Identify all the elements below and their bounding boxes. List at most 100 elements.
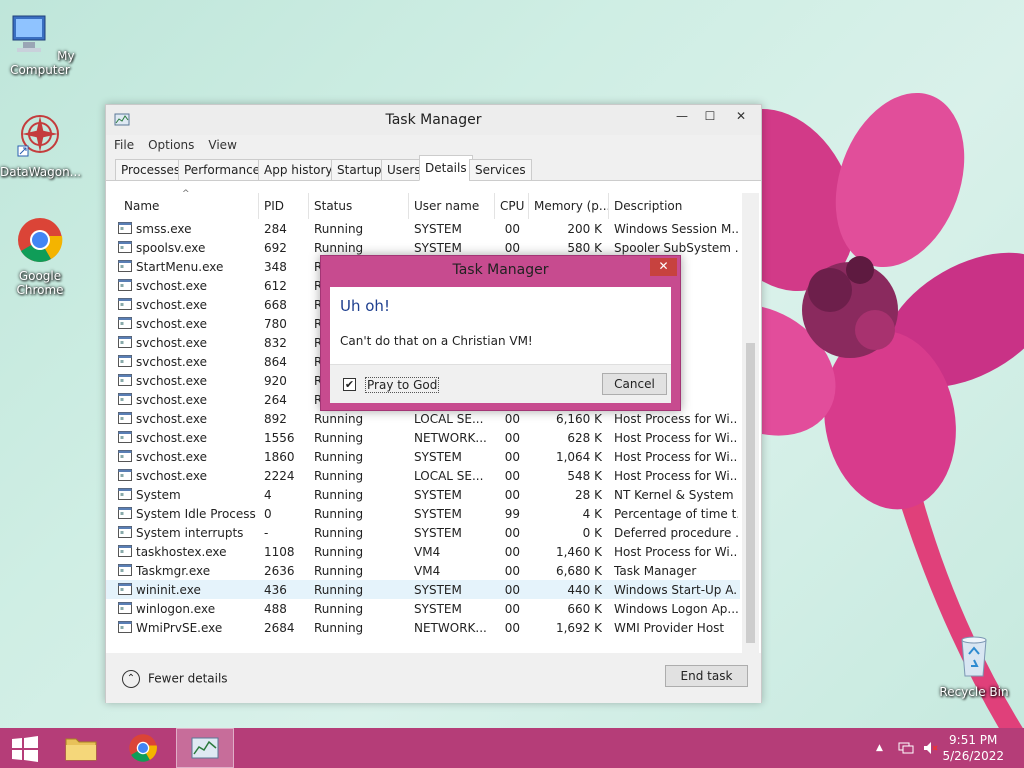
cell-desc: Percentage of time t...: [614, 507, 738, 521]
tab-services[interactable]: Services: [469, 159, 532, 181]
cell-name: WmiPrvSE.exe: [136, 621, 223, 635]
minimize-button[interactable]: —: [668, 105, 696, 127]
desktop-icon-recycle-bin[interactable]: Recycle Bin: [934, 632, 1014, 699]
cell-pid: 2636: [264, 564, 295, 578]
dialog-heading: Uh oh!: [340, 297, 390, 315]
table-row[interactable]: smss.exe 284 Running SYSTEM 00 200 K Windows S…: [106, 219, 740, 238]
taskbar-task-manager[interactable]: [176, 728, 234, 768]
dialog-body: Uh oh! Can't do that on a Christian VM! …: [330, 287, 671, 403]
maximize-button[interactable]: ☐: [696, 105, 724, 127]
column-header-cpu[interactable]: CPU: [500, 199, 524, 213]
cell-desc: Windows Session M...: [614, 222, 738, 236]
cell-pid: 1108: [264, 545, 295, 559]
cell-desc: Host Process for Wi...: [614, 469, 738, 483]
cell-mem: 628 K: [567, 431, 602, 445]
show-hidden-icons-arrow[interactable]: ▲: [876, 743, 883, 753]
process-icon: [118, 545, 132, 557]
cancel-button[interactable]: Cancel: [602, 373, 667, 395]
menu-options[interactable]: Options: [148, 135, 194, 155]
cell-pid: 284: [264, 222, 287, 236]
fewer-details-link[interactable]: ⌃ Fewer details: [122, 670, 228, 688]
table-row[interactable]: System Idle Process 0 Running SYSTEM 99 4 K Pe…: [106, 504, 740, 523]
cell-name: svchost.exe: [136, 469, 207, 483]
cell-mem: 1,460 K: [555, 545, 602, 559]
table-row[interactable]: svchost.exe 2224 Running LOCAL SE... 00 548 K…: [106, 466, 740, 485]
table-row[interactable]: WmiPrvSE.exe 2684 Running NETWORK... 00 1,692…: [106, 618, 740, 637]
cell-mem: 200 K: [567, 222, 602, 236]
table-row[interactable]: svchost.exe 1556 Running NETWORK... 00 628 K H…: [106, 428, 740, 447]
end-task-button[interactable]: End task: [665, 665, 748, 687]
volume-muted-icon[interactable]: [922, 740, 938, 756]
column-header-pid[interactable]: PID: [264, 199, 284, 213]
taskbar-clock[interactable]: 9:51 PM 5/26/2022: [942, 732, 1004, 764]
cell-cpu: 00: [504, 602, 520, 616]
table-row[interactable]: winlogon.exe 488 Running SYSTEM 00 660 K Windo…: [106, 599, 740, 618]
tab-performance[interactable]: Performance: [178, 159, 267, 181]
table-header: Name ^ PID Status User name CPU Memory (…: [106, 189, 761, 219]
process-icon: [118, 355, 132, 367]
close-button[interactable]: ✕: [724, 105, 758, 127]
process-icon: [118, 374, 132, 386]
window-titlebar[interactable]: Task Manager — ☐ ✕: [106, 105, 761, 135]
tab-startup[interactable]: Startup: [331, 159, 388, 181]
process-icon: [118, 621, 132, 633]
tab-details[interactable]: Details: [419, 155, 473, 181]
cell-pid: 864: [264, 355, 287, 369]
tab-processes[interactable]: Processes: [115, 159, 187, 181]
cell-mem: 6,160 K: [555, 412, 602, 426]
pray-checkbox-label[interactable]: Pray to God: [365, 377, 440, 393]
windows-logo-icon: [12, 736, 38, 762]
table-row[interactable]: wininit.exe 436 Running SYSTEM 00 440 K Window…: [106, 580, 740, 599]
process-icon: [118, 222, 132, 234]
cell-name: StartMenu.exe: [136, 260, 224, 274]
cell-desc: Deferred procedure ...: [614, 526, 738, 540]
cell-desc: Task Manager: [614, 564, 697, 578]
cell-user: SYSTEM: [414, 507, 462, 521]
cell-pid: 892: [264, 412, 287, 426]
cell-pid: 264: [264, 393, 287, 407]
process-icon: [118, 298, 132, 310]
menu-view[interactable]: View: [208, 135, 236, 155]
cell-cpu: 99: [504, 507, 520, 521]
table-row[interactable]: System 4 Running SYSTEM 00 28 K NT Kernel & Sy…: [106, 485, 740, 504]
table-row[interactable]: System interrupts - Running SYSTEM 00 0 K Defe…: [106, 523, 740, 542]
cell-mem: 1,064 K: [555, 450, 602, 464]
table-row[interactable]: svchost.exe 1860 Running SYSTEM 00 1,064 K Hos…: [106, 447, 740, 466]
cell-pid: -: [264, 526, 269, 540]
table-row[interactable]: taskhostex.exe 1108 Running VM4 00 1,460 K Hos…: [106, 542, 740, 561]
process-icon: [118, 526, 132, 538]
cell-pid: 832: [264, 336, 287, 350]
table-row[interactable]: svchost.exe 892 Running LOCAL SE... 00 6,160 …: [106, 409, 740, 428]
cell-desc: Windows Start-Up A...: [614, 583, 738, 597]
menu-file[interactable]: File: [114, 135, 134, 155]
cell-mem: 660 K: [567, 602, 602, 616]
cell-mem: 548 K: [567, 469, 602, 483]
cell-status: Running: [314, 469, 364, 483]
cell-user: LOCAL SE...: [414, 469, 484, 483]
cell-desc: NT Kernel & System: [614, 488, 734, 502]
column-header-memory[interactable]: Memory (p...: [534, 199, 610, 213]
taskbar-chrome[interactable]: [120, 728, 166, 768]
start-button[interactable]: [0, 728, 50, 768]
column-header-status[interactable]: Status: [314, 199, 352, 213]
cell-name: taskhostex.exe: [136, 545, 227, 559]
tab-strip: Processes Performance App history Startu…: [106, 155, 761, 181]
network-icon[interactable]: [898, 740, 914, 756]
vertical-scrollbar[interactable]: [742, 193, 759, 653]
table-row[interactable]: Taskmgr.exe 2636 Running VM4 00 6,680 K Task M…: [106, 561, 740, 580]
column-header-name[interactable]: Name: [124, 199, 159, 213]
desktop-icon-my-computer[interactable]: My Computer: [0, 10, 80, 77]
taskbar-file-explorer[interactable]: [58, 728, 104, 768]
tab-app-history[interactable]: App history: [258, 159, 339, 181]
desktop-icon-datawagon[interactable]: DataWagon...: [0, 112, 81, 179]
cell-user: SYSTEM: [414, 526, 462, 540]
scrollbar-thumb[interactable]: [746, 343, 755, 643]
column-header-user-name[interactable]: User name: [414, 199, 479, 213]
desktop-icon-label: Google Chrome: [16, 269, 64, 297]
column-header-description[interactable]: Description: [614, 199, 682, 213]
desktop-icon-google-chrome[interactable]: Google Chrome: [0, 216, 80, 297]
pray-checkbox[interactable]: ✔: [343, 378, 356, 391]
dialog-close-button[interactable]: ✕: [650, 258, 677, 276]
cell-status: Running: [314, 526, 364, 540]
cell-user: NETWORK...: [414, 621, 487, 635]
